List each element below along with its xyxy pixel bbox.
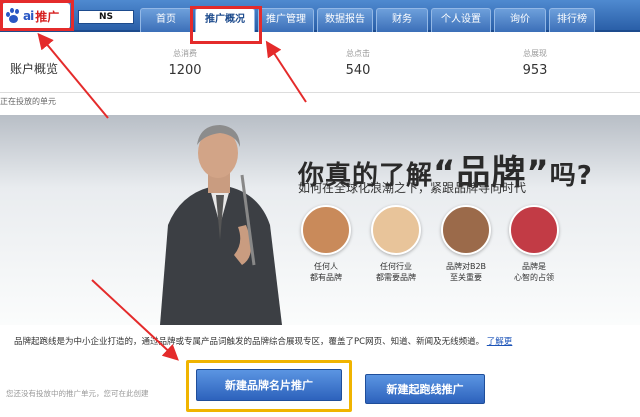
brand-circles: 任何人 都有品牌 任何行业 都需要品牌 品牌对B2B 至关重要 品牌是 心智的占… — [290, 205, 570, 315]
stat-label: 总点击 — [346, 49, 370, 58]
overview-title: 账户概览 — [10, 62, 59, 76]
learn-more-link[interactable]: 了解更 — [487, 337, 513, 347]
stat-total-clicks: 总点击 540 — [318, 48, 398, 78]
stat-total-cost: 总消费 1200 — [145, 48, 225, 78]
active-units-notice: 正在投放的单元 — [0, 97, 56, 106]
stat-total-impressions: 总展现 953 — [495, 48, 575, 78]
product-description: 品牌起跑线是为中小企业打造的，通过品牌或专属产品词触发的品牌综合展现专区，覆盖了… — [14, 337, 513, 347]
divider — [0, 92, 640, 93]
circle-item: 任何人 都有品牌 — [290, 205, 362, 283]
user-badge: NS — [78, 10, 134, 24]
stat-value: 540 — [345, 63, 371, 78]
handshake-photo-icon — [441, 205, 491, 255]
stat-value: 953 — [522, 63, 548, 78]
tab-home[interactable]: 首页 — [140, 8, 192, 32]
tab-ranking[interactable]: 排行榜 — [549, 8, 595, 32]
stat-label: 总展现 — [523, 49, 547, 58]
tab-settings[interactable]: 个人设置 — [431, 8, 491, 32]
circle-item: 品牌是 心智的占领 — [498, 205, 570, 283]
circle-item: 任何行业 都需要品牌 — [360, 205, 432, 283]
person-photo-icon — [301, 205, 351, 255]
tab-reports[interactable]: 数据报告 — [317, 8, 373, 32]
banner-subhead: 如何在全球化浪潮之下，紧跟品牌导向时代 — [298, 181, 527, 195]
empty-hint: 您还没有投放中的推广单元，您可在此创建 — [6, 389, 149, 398]
circle-item: 品牌对B2B 至关重要 — [430, 205, 502, 283]
tab-finance[interactable]: 财务 — [376, 8, 428, 32]
brand-banner: 你真的了解“品牌”吗? 如何在全球化浪潮之下，紧跟品牌导向时代 任何人 都有品牌… — [0, 115, 640, 325]
stat-label: 总消费 — [173, 49, 197, 58]
tab-management[interactable]: 推广管理 — [258, 8, 314, 32]
create-brand-card-button[interactable]: 新建品牌名片推广 — [196, 369, 342, 401]
account-overview: 账户概览 总消费 1200 总点击 540 总展现 953 — [0, 46, 640, 84]
businessman-image — [160, 125, 282, 325]
create-starting-line-button[interactable]: 新建起跑线推广 — [365, 374, 485, 404]
tab-highlight-box — [190, 6, 262, 44]
tab-inquiry[interactable]: 询价 — [494, 8, 546, 32]
stat-value: 1200 — [168, 63, 202, 78]
heart-photo-icon — [509, 205, 559, 255]
eggs-photo-icon — [371, 205, 421, 255]
logo-highlight-box — [0, 0, 74, 31]
top-navigation-bar: ai 推广 NS 首页 推广概况 推广管理 数据报告 财务 个人设置 询价 排行… — [0, 0, 640, 32]
